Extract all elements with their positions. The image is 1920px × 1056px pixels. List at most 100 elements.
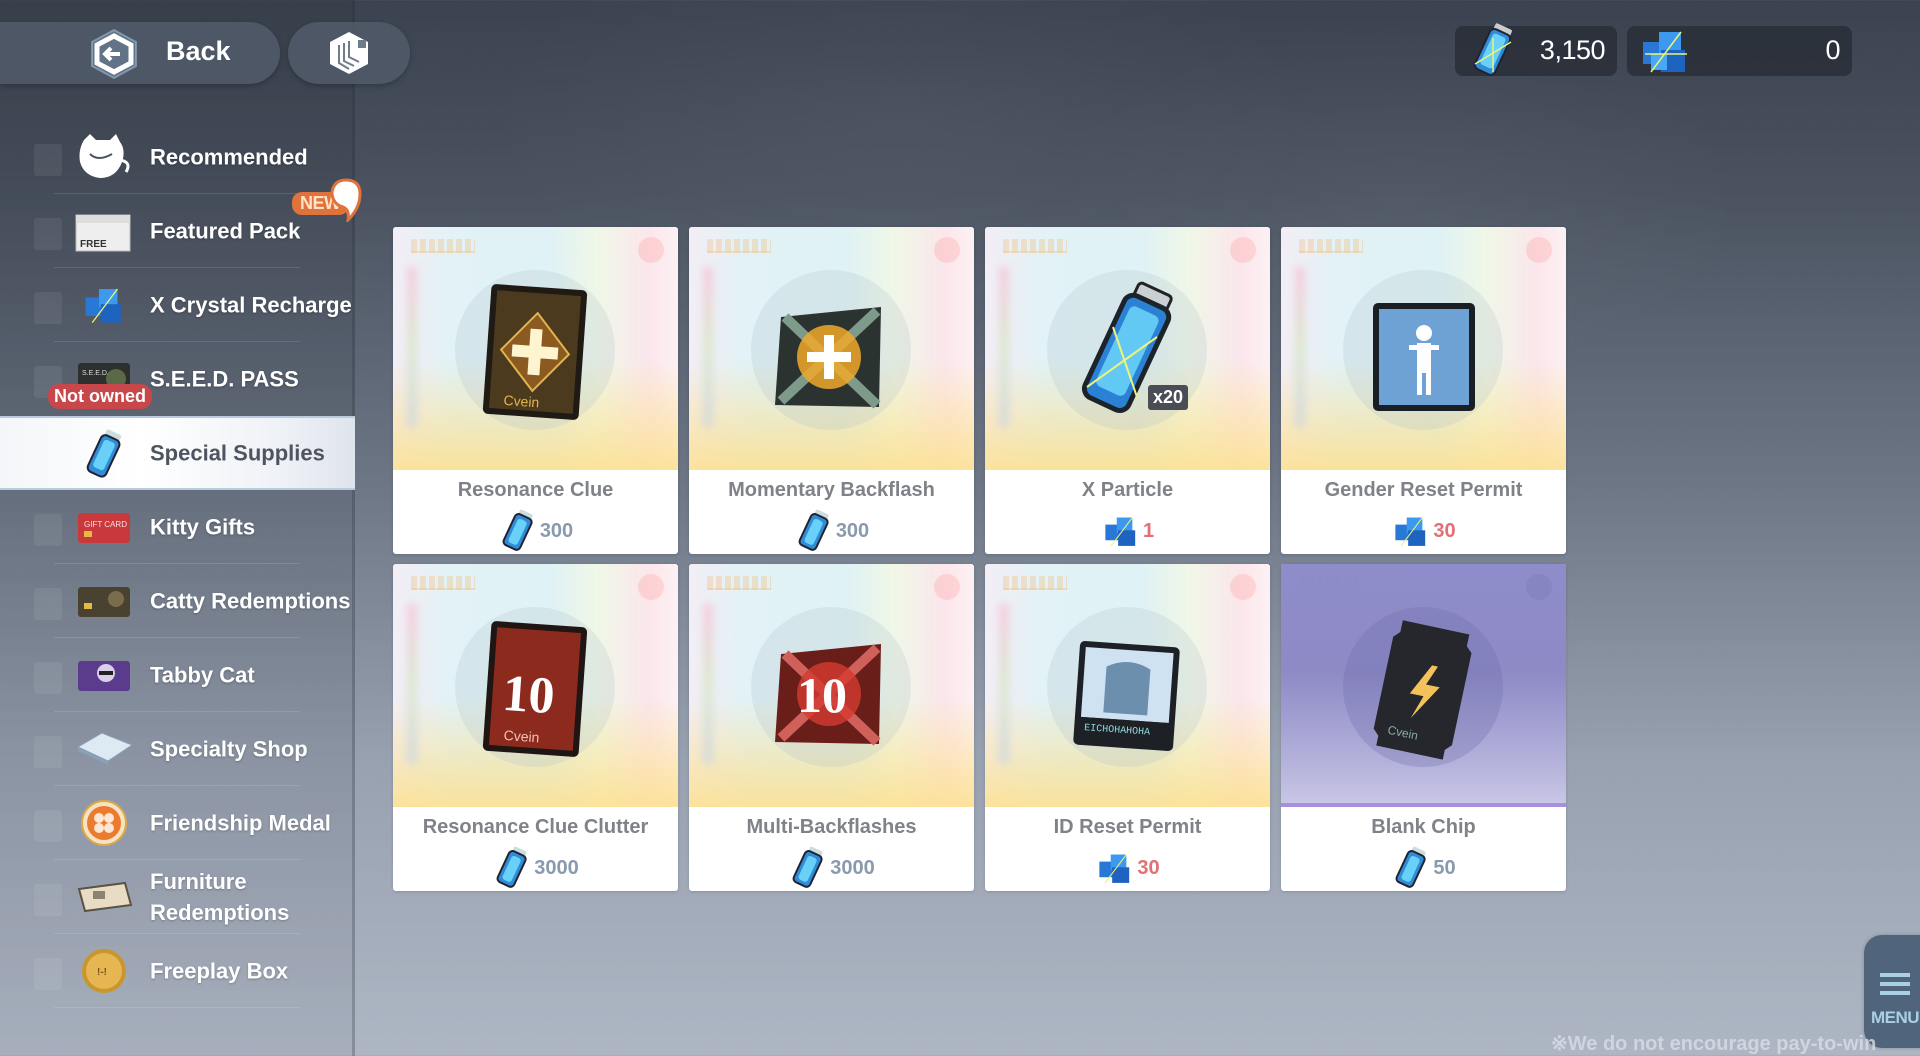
resonance-clue-card-icon: Cvein [482, 284, 588, 420]
hexagon-stairs-home-icon [330, 32, 368, 74]
home-button[interactable] [288, 22, 410, 84]
product-card-id-reset-permit[interactable]: EICHOHAHOHA ID Reset Permit 30 [985, 564, 1270, 891]
card-corner-icon [1230, 237, 1256, 263]
sidebar-item-furniture-redemptions[interactable]: Furniture Redemptions [0, 860, 355, 934]
card-tag [1003, 576, 1067, 590]
backflash-10-icon: 10 [775, 644, 881, 746]
resonance-clue-10-card-icon: 10 Cvein [482, 621, 588, 757]
product-card-momentary-backflash[interactable]: Momentary Backflash 300 [689, 227, 974, 554]
lightning-chip-icon: Cvein [1373, 620, 1472, 760]
product-price: 1 [985, 511, 1270, 551]
nav-marker [34, 736, 62, 768]
x-crystal-balance: 0 [1825, 35, 1840, 65]
cat-card-icon [74, 576, 134, 626]
sidebar-item-x-crystal-recharge[interactable]: X Crystal Recharge [0, 268, 355, 342]
holo-stripe [703, 604, 713, 764]
product-price: 300 [689, 509, 974, 551]
sidebar-item-label: Tabby Cat [150, 662, 255, 688]
product-name: Gender Reset Permit [1324, 479, 1523, 501]
svg-text:!-!: !-! [97, 967, 107, 978]
sidebar-item-label: S.E.E.D. PASS [150, 366, 299, 392]
product-name: ID Reset Permit [1053, 816, 1202, 838]
clover-medal-icon [74, 798, 134, 848]
product-card-resonance-clue-clutter[interactable]: 10 Cvein Resonance Clue Clutter 3000 [393, 564, 678, 891]
gold-coin-icon: !-! [74, 946, 134, 996]
sidebar-item-label: Freeplay Box [150, 958, 289, 984]
furniture-ticket-icon [74, 872, 134, 922]
sidebar-item-label: X Crystal Recharge [150, 292, 352, 318]
product-name: X Particle [1081, 479, 1174, 501]
menu-label: MENU [1870, 1008, 1920, 1027]
sidebar-item-tabby-cat[interactable]: Tabby Cat [0, 638, 355, 712]
card-tag [1299, 576, 1363, 590]
x-crystal-cube-icon [1105, 517, 1136, 547]
x-particle-vial-icon [496, 846, 527, 888]
card-corner-icon [638, 237, 664, 263]
x-particle-balance: 3,150 [1539, 35, 1606, 65]
price-value: 30 [1137, 856, 1160, 879]
sidebar-item-special-supplies[interactable]: Special Supplies [0, 416, 355, 490]
disclaimer-text: ※We do not encourage pay-to-win [1551, 1033, 1877, 1055]
x-crystal-cube-icon [1643, 31, 1687, 73]
x-crystal-cube-icon [1099, 854, 1130, 884]
x-particle-vial-icon [798, 509, 829, 551]
product-name: Resonance Clue [457, 479, 614, 501]
not-owned-badge: Not owned [48, 384, 152, 409]
x-particle-vial-icon [1395, 846, 1426, 888]
price-value: 50 [1433, 856, 1456, 879]
product-grid: Cvein Resonance Clue 300 Momentary Backf… [393, 227, 1566, 891]
sidebar-item-catty-redemptions[interactable]: Catty Redemptions [0, 564, 355, 638]
gift-card-icon: GIFT CARD [74, 502, 134, 552]
card-corner-icon [1230, 574, 1256, 600]
currency-x-particle[interactable]: 3,150 [1455, 23, 1617, 76]
cat-paw-badge-icon [330, 178, 362, 222]
holo-stripe [999, 267, 1009, 427]
card-tag [411, 576, 475, 590]
x-crystal-cube-icon [74, 280, 134, 330]
x-particle-vial-icon [502, 509, 533, 551]
card-tag [1003, 239, 1067, 253]
sidebar-item-label: Special Supplies [150, 440, 325, 466]
gender-permit-icon [1373, 303, 1475, 411]
product-card-x-particle[interactable]: x20 X Particle 1 [985, 227, 1270, 554]
product-card-resonance-clue[interactable]: Cvein Resonance Clue 300 [393, 227, 678, 554]
price-value: 300 [835, 519, 870, 542]
sidebar-item-label: Furniture Redemptions [150, 869, 290, 925]
svg-text:Cvein: Cvein [503, 392, 540, 410]
product-card-blank-chip[interactable]: Cvein Blank Chip 50 [1281, 564, 1566, 891]
category-list: Recommended FREE Featured Pack X Crystal… [0, 120, 355, 1008]
x-particle-vial-icon [792, 846, 823, 888]
card-tag [411, 239, 475, 253]
card-tag [707, 239, 771, 253]
holo-stripe [407, 267, 417, 427]
product-card-multi-backflashes[interactable]: 10 Multi-Backflashes 3000 [689, 564, 974, 891]
price-value: 3000 [534, 856, 579, 879]
price-value: 300 [539, 519, 574, 542]
sidebar-item-friendship-medal[interactable]: Friendship Medal [0, 786, 355, 860]
product-price: 3000 [393, 846, 678, 888]
sidebar-item-label: Specialty Shop [150, 736, 308, 762]
nav-marker [34, 514, 62, 546]
hamburger-icon [1880, 973, 1910, 1000]
product-price: 50 [1281, 846, 1566, 888]
sidebar-item-specialty-shop[interactable]: Specialty Shop [0, 712, 355, 786]
currency-x-crystal[interactable]: 0 [1627, 26, 1852, 76]
card-corner-icon [1526, 574, 1552, 600]
nav-marker [34, 958, 62, 990]
product-price: 30 [985, 848, 1270, 888]
card-corner-icon [934, 237, 960, 263]
sidebar-item-label: Kitty Gifts [150, 514, 256, 540]
product-card-gender-reset-permit[interactable]: Gender Reset Permit 30 [1281, 227, 1566, 554]
nav-marker [34, 884, 62, 916]
specialty-book-icon [74, 724, 134, 774]
back-button[interactable]: Back [0, 22, 280, 84]
sidebar-item-label: Friendship Medal [150, 810, 331, 836]
sidebar-item-kitty-gifts[interactable]: GIFT CARD Kitty Gifts [0, 490, 355, 564]
sidebar-item-freeplay-box[interactable]: !-! Freeplay Box [0, 934, 355, 1008]
sidebar-item-recommended[interactable]: Recommended [0, 120, 355, 194]
svg-text:10: 10 [797, 667, 847, 723]
card-tag [1299, 239, 1363, 253]
price-value: 1 [1142, 519, 1155, 542]
product-name: Resonance Clue Clutter [422, 816, 649, 838]
product-name: Multi-Backflashes [746, 816, 917, 838]
